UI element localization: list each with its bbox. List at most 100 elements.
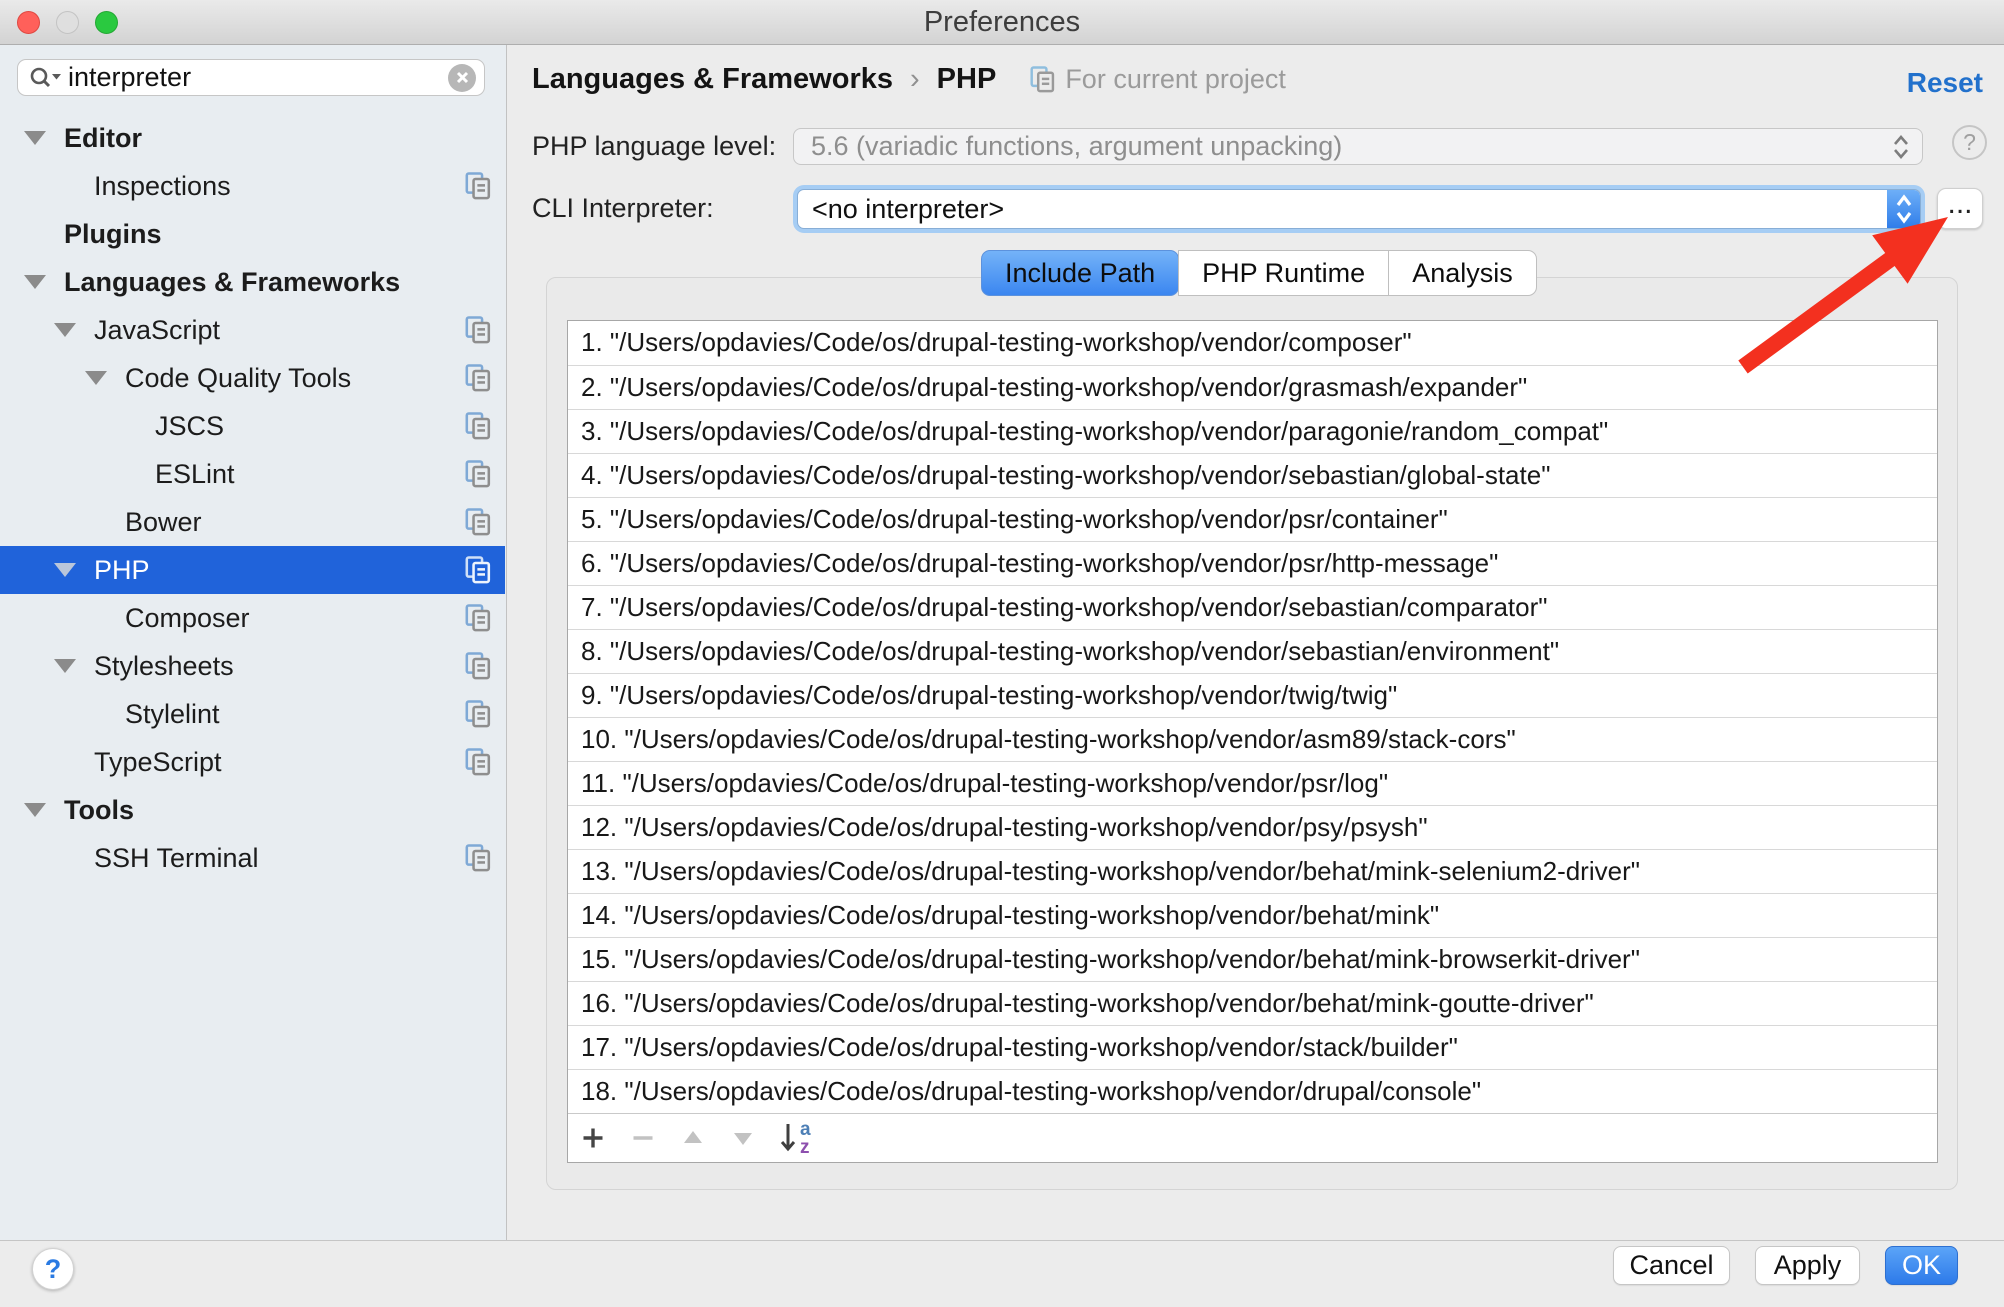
breadcrumb-page[interactable]: PHP (937, 63, 997, 96)
include-path-row[interactable]: 16. "/Users/opdavies/Code/os/drupal-test… (568, 981, 1937, 1025)
include-path-row[interactable]: 11. "/Users/opdavies/Code/os/drupal-test… (568, 761, 1937, 805)
expand-arrow-icon[interactable] (20, 803, 50, 817)
sidebar-item-label: Bower (125, 507, 202, 538)
include-path-row[interactable]: 1. "/Users/opdavies/Code/os/drupal-testi… (568, 321, 1937, 365)
sidebar-tree-item[interactable]: SSH Terminal (0, 834, 505, 882)
scope-label: For current project (1065, 64, 1286, 95)
copy-settings-icon (465, 556, 491, 589)
list-toolbar: a z (568, 1113, 1937, 1162)
settings-sidebar: Editor Inspections Plugins (0, 45, 507, 1240)
include-path-row[interactable]: 13. "/Users/opdavies/Code/os/drupal-test… (568, 849, 1937, 893)
cli-interpreter-label: CLI Interpreter: (532, 193, 714, 224)
sidebar-item-label: Stylesheets (94, 651, 234, 682)
preferences-window: Preferences Editor (0, 0, 2004, 1307)
expand-arrow-icon[interactable] (50, 659, 80, 673)
include-path-row[interactable]: 14. "/Users/opdavies/Code/os/drupal-test… (568, 893, 1937, 937)
sort-alphabetically-icon[interactable]: a z (780, 1121, 822, 1155)
include-path-row[interactable]: 15. "/Users/opdavies/Code/os/drupal-test… (568, 937, 1937, 981)
tab-php-runtime[interactable]: PHP Runtime (1178, 250, 1389, 296)
sidebar-tree-item[interactable]: ESLint (0, 450, 505, 498)
copy-settings-icon (465, 172, 491, 205)
breadcrumb-root[interactable]: Languages & Frameworks (532, 63, 893, 96)
sidebar-tree-item[interactable]: Plugins (0, 210, 505, 258)
cancel-button[interactable]: Cancel (1613, 1246, 1730, 1285)
reset-link[interactable]: Reset (1907, 67, 1983, 99)
sidebar-item-label: Stylelint (125, 699, 220, 730)
expand-arrow-icon[interactable] (50, 563, 80, 577)
search-icon[interactable] (28, 65, 62, 91)
sidebar-tree-item[interactable]: Composer (0, 594, 505, 642)
sidebar-tree-item[interactable]: Stylelint (0, 690, 505, 738)
move-up-icon[interactable] (680, 1121, 706, 1155)
include-path-row[interactable]: 5. "/Users/opdavies/Code/os/drupal-testi… (568, 497, 1937, 541)
copy-settings-icon (465, 364, 491, 397)
sidebar-tree-item[interactable]: Bower (0, 498, 505, 546)
include-path-row[interactable]: 4. "/Users/opdavies/Code/os/drupal-testi… (568, 453, 1937, 497)
copy-settings-icon (465, 316, 491, 349)
sidebar-tree-item[interactable]: TypeScript (0, 738, 505, 786)
browse-interpreters-button[interactable]: ... (1937, 188, 1983, 229)
close-button[interactable] (17, 11, 40, 34)
move-down-icon[interactable] (730, 1121, 756, 1155)
include-path-row[interactable]: 6. "/Users/opdavies/Code/os/drupal-testi… (568, 541, 1937, 585)
sidebar-tree-item[interactable]: PHP (0, 546, 505, 594)
expand-arrow-icon[interactable] (81, 371, 111, 385)
copy-settings-icon (465, 460, 491, 493)
sidebar-tree-item[interactable]: Inspections (0, 162, 505, 210)
dropdown-stepper-icon (1890, 132, 1912, 162)
sidebar-tree-item[interactable]: Stylesheets (0, 642, 505, 690)
minimize-button[interactable] (56, 11, 79, 34)
settings-search-field[interactable] (17, 59, 485, 96)
search-input[interactable] (62, 62, 448, 93)
include-path-rows: 1. "/Users/opdavies/Code/os/drupal-testi… (568, 321, 1937, 1113)
sidebar-item-label: JSCS (155, 411, 224, 442)
include-path-row[interactable]: 8. "/Users/opdavies/Code/os/drupal-testi… (568, 629, 1937, 673)
cli-interpreter-value: <no interpreter> (798, 194, 1004, 225)
settings-tree: Editor Inspections Plugins (0, 114, 505, 882)
zoom-button[interactable] (95, 11, 118, 34)
sidebar-item-label: Editor (64, 123, 142, 154)
sidebar-tree-item[interactable]: JSCS (0, 402, 505, 450)
sidebar-tree-item[interactable]: Tools (0, 786, 505, 834)
apply-button[interactable]: Apply (1755, 1246, 1860, 1285)
include-path-row[interactable]: 2. "/Users/opdavies/Code/os/drupal-testi… (568, 365, 1937, 409)
tab-analysis[interactable]: Analysis (1388, 250, 1537, 296)
add-icon[interactable] (580, 1121, 606, 1155)
include-path-list: 1. "/Users/opdavies/Code/os/drupal-testi… (567, 320, 1938, 1163)
include-path-row[interactable]: 10. "/Users/opdavies/Code/os/drupal-test… (568, 717, 1937, 761)
include-path-row[interactable]: 9. "/Users/opdavies/Code/os/drupal-testi… (568, 673, 1937, 717)
language-level-dropdown[interactable]: 5.6 (variadic functions, argument unpack… (793, 128, 1923, 165)
ok-button[interactable]: OK (1885, 1246, 1958, 1285)
include-path-row[interactable]: 7. "/Users/opdavies/Code/os/drupal-testi… (568, 585, 1937, 629)
sidebar-tree-item[interactable]: JavaScript (0, 306, 505, 354)
clear-search-icon[interactable] (448, 64, 476, 92)
include-path-row[interactable]: 17. "/Users/opdavies/Code/os/drupal-test… (568, 1025, 1937, 1069)
remove-icon[interactable] (630, 1121, 656, 1155)
breadcrumb-separator-icon: › (910, 63, 920, 96)
context-help-icon[interactable]: ? (1952, 125, 1987, 160)
copy-settings-icon (465, 604, 491, 637)
include-path-row[interactable]: 18. "/Users/opdavies/Code/os/drupal-test… (568, 1069, 1937, 1113)
cli-interpreter-focus-ring: <no interpreter> (793, 185, 1925, 233)
expand-arrow-icon[interactable] (20, 131, 50, 145)
include-path-row[interactable]: 12. "/Users/opdavies/Code/os/drupal-test… (568, 805, 1937, 849)
dropdown-stepper-blue-icon (1887, 189, 1921, 229)
copy-settings-icon (465, 700, 491, 733)
sidebar-item-label: Composer (125, 603, 250, 634)
sidebar-tree-item[interactable]: Editor (0, 114, 505, 162)
tab-include-path[interactable]: Include Path (981, 250, 1179, 296)
expand-arrow-icon[interactable] (50, 323, 80, 337)
cli-interpreter-dropdown[interactable]: <no interpreter> (797, 189, 1921, 229)
sidebar-item-label: SSH Terminal (94, 843, 259, 874)
sidebar-tree-item[interactable]: Languages & Frameworks (0, 258, 505, 306)
sidebar-item-label: JavaScript (94, 315, 220, 346)
expand-arrow-icon[interactable] (20, 275, 50, 289)
sidebar-item-label: Code Quality Tools (125, 363, 351, 394)
language-level-label: PHP language level: (532, 131, 776, 162)
language-level-value: 5.6 (variadic functions, argument unpack… (794, 131, 1342, 162)
sidebar-item-label: Languages & Frameworks (64, 267, 400, 298)
help-button[interactable]: ? (32, 1248, 74, 1290)
include-path-row[interactable]: 3. "/Users/opdavies/Code/os/drupal-testi… (568, 409, 1937, 453)
copy-settings-icon (465, 844, 491, 877)
sidebar-tree-item[interactable]: Code Quality Tools (0, 354, 505, 402)
